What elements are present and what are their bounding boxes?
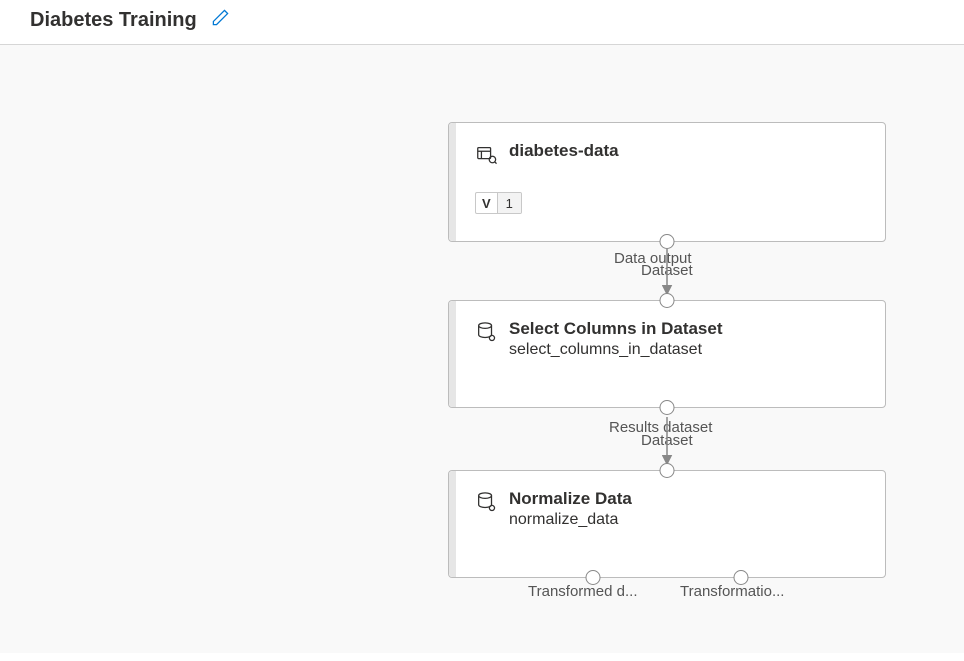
node-normalize-data[interactable]: Normalize Data normalize_data [448,470,886,578]
port-label-output-left: Transformed d... [528,583,637,600]
input-port[interactable] [660,463,675,478]
input-port[interactable] [660,293,675,308]
output-port[interactable] [660,234,675,249]
dataset-icon [475,143,497,170]
output-port[interactable] [660,400,675,415]
node-title: Normalize Data [509,489,632,509]
version-badge[interactable]: V 1 [475,192,522,214]
node-subtitle: select_columns_in_dataset [509,341,723,359]
node-diabetes-data[interactable]: diabetes-data V 1 [448,122,886,242]
version-value: 1 [497,193,521,213]
node-title: Select Columns in Dataset [509,319,723,339]
node-select-columns[interactable]: Select Columns in Dataset select_columns… [448,300,886,408]
port-label-input: Dataset [641,262,693,279]
page-title: Diabetes Training [30,9,197,32]
node-title: diabetes-data [509,141,619,161]
port-label-input: Dataset [641,432,693,449]
module-icon [475,491,497,518]
pipeline-canvas[interactable]: diabetes-data V 1 Data output Dataset [0,45,964,653]
port-label-output-right: Transformatio... [680,583,784,600]
module-icon [475,321,497,348]
edit-icon[interactable] [211,8,230,32]
node-subtitle: normalize_data [509,511,632,529]
header-bar: Diabetes Training [0,0,964,45]
version-label: V [476,196,497,211]
